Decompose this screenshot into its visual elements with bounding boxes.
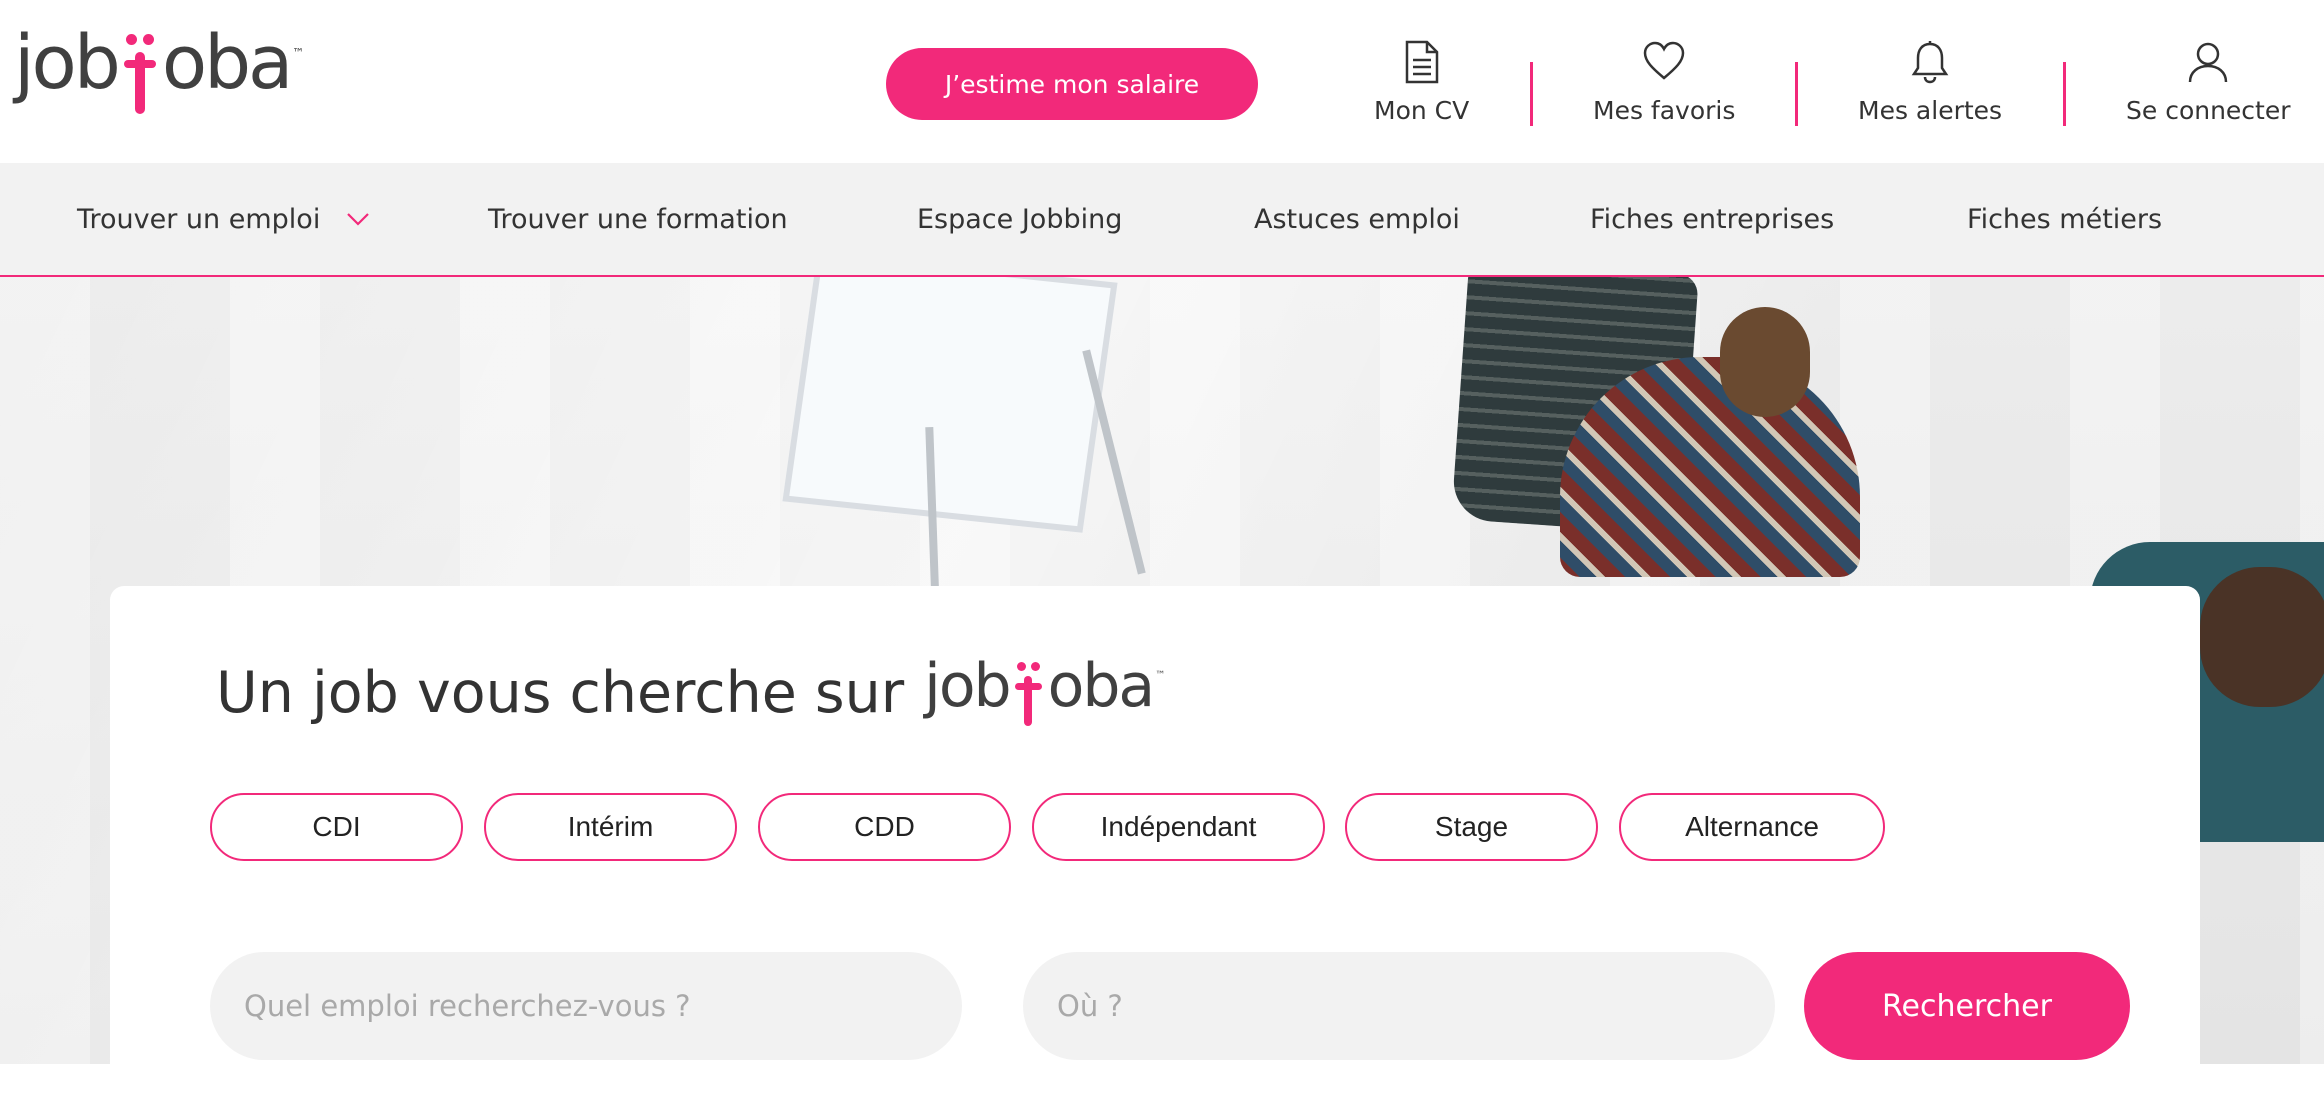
page: job oba ™ J’estime mon salaire Mon CV Me… <box>0 0 2324 1094</box>
header-item-alerts[interactable]: Mes alertes <box>1858 40 2002 125</box>
search-title-text: Un job vous cherche sur <box>216 660 905 726</box>
heart-icon <box>1643 41 1685 80</box>
nav-item-jobbing-label: Espace Jobbing <box>917 203 1123 235</box>
nav-item-job-profiles-label: Fiches métiers <box>1967 203 2163 235</box>
nav-item-find-job-label: Trouver un emploi <box>77 203 321 235</box>
site-header: job oba ™ J’estime mon salaire Mon CV Me… <box>0 0 2324 163</box>
nav-item-company-profiles[interactable]: Fiches entreprises <box>1590 163 1834 275</box>
jobijoba-title-logo: job oba ™ <box>924 656 1165 730</box>
location-input[interactable] <box>1023 952 1775 1060</box>
salary-estimate-button[interactable]: J’estime mon salaire <box>886 48 1258 120</box>
header-item-favorites[interactable]: Mes favoris <box>1593 40 1735 125</box>
job-search-input[interactable] <box>210 952 962 1060</box>
logo-left: job <box>14 20 121 106</box>
contract-chip-cdi[interactable]: CDI <box>210 793 463 861</box>
document-icon <box>1405 40 1438 84</box>
jobijoba-logo[interactable]: job oba ™ <box>14 26 304 118</box>
hero-photo-whiteboard <box>782 277 1118 533</box>
header-item-favorites-label: Mes favoris <box>1593 96 1736 125</box>
title-logo-ij-mark <box>1014 656 1044 730</box>
nav-item-find-training[interactable]: Trouver une formation <box>488 163 788 275</box>
search-card: Un job vous cherche sur job oba ™ CDI In… <box>110 586 2200 1094</box>
search-button[interactable]: Rechercher <box>1804 952 2130 1060</box>
header-item-alerts-label: Mes alertes <box>1858 96 2003 125</box>
header-item-login[interactable]: Se connecter <box>2126 40 2291 125</box>
nav-item-company-profiles-label: Fiches entreprises <box>1590 203 1835 235</box>
header-divider <box>1530 62 1533 126</box>
nav-item-job-profiles[interactable]: Fiches métiers <box>1967 163 2162 275</box>
header-divider <box>2063 62 2066 126</box>
nav-item-find-training-label: Trouver une formation <box>488 203 788 235</box>
user-icon <box>2189 42 2228 83</box>
search-title: Un job vous cherche sur job oba ™ <box>216 656 1165 730</box>
nav-item-job-tips[interactable]: Astuces emploi <box>1254 163 1460 275</box>
title-logo-right: oba <box>1047 651 1156 721</box>
contract-chip-stage[interactable]: Stage <box>1345 793 1598 861</box>
nav-item-find-job[interactable]: Trouver un emploi <box>77 163 370 275</box>
title-logo-left: job <box>924 651 1011 721</box>
main-nav: Trouver un emploi Trouver une formation … <box>0 163 2324 277</box>
contract-chip-alternance[interactable]: Alternance <box>1619 793 1885 861</box>
chevron-down-icon <box>347 213 370 226</box>
nav-item-job-tips-label: Astuces emploi <box>1254 203 1460 235</box>
bell-icon <box>1911 41 1949 84</box>
contract-chip-independant[interactable]: Indépendant <box>1032 793 1325 861</box>
logo-right: oba <box>161 20 294 106</box>
title-logo-trademark: ™ <box>1155 670 1166 681</box>
header-item-cv[interactable]: Mon CV <box>1374 40 1469 125</box>
header-item-login-label: Se connecter <box>2126 96 2291 125</box>
logo-trademark: ™ <box>292 46 305 60</box>
nav-item-jobbing[interactable]: Espace Jobbing <box>917 163 1122 275</box>
hero-photo-person-head <box>1720 307 1810 417</box>
header-divider <box>1795 62 1798 126</box>
contract-chip-cdd[interactable]: CDD <box>758 793 1011 861</box>
hero-photo-person-head <box>2200 567 2324 707</box>
contract-chip-interim[interactable]: Intérim <box>484 793 737 861</box>
logo-ij-mark <box>122 26 158 118</box>
header-item-cv-label: Mon CV <box>1374 96 1470 125</box>
